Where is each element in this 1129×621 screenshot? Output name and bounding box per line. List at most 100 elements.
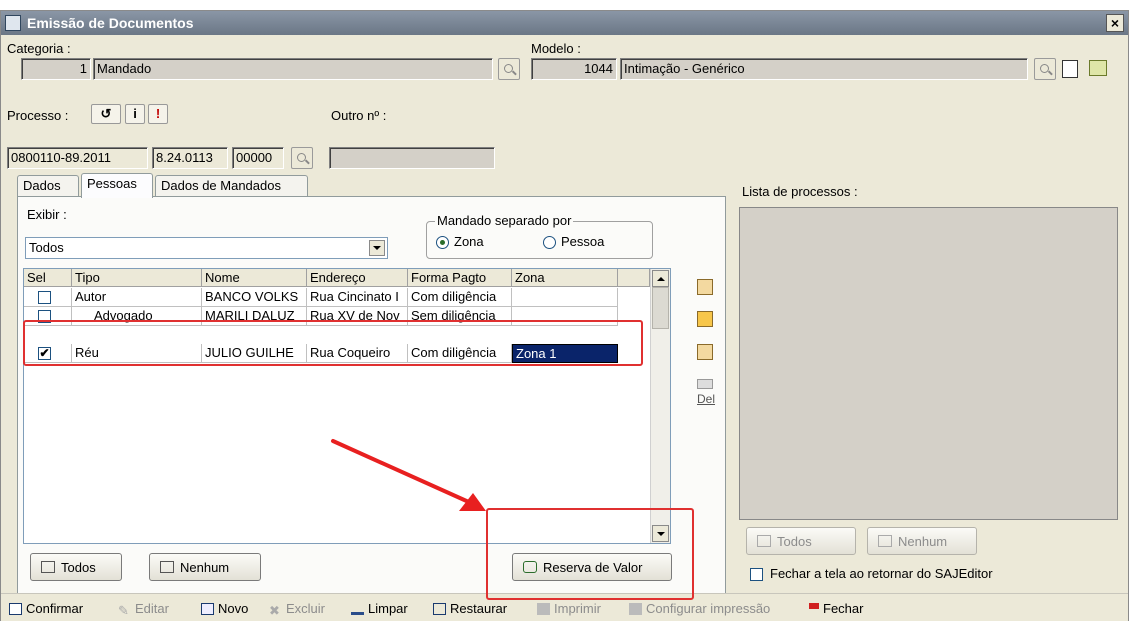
cell-sel[interactable] [24,288,72,307]
exibir-label: Exibir : [27,207,67,222]
processo-numero-field[interactable]: 0800110-89.2011 [7,147,148,169]
excluir-label: Excluir [286,601,326,616]
table-row[interactable]: ✔ Réu JULIO GUILHE Rua Coqueiro Com dili… [24,344,650,363]
lista-processos-box[interactable] [739,207,1118,520]
find-document-icon[interactable] [1089,60,1107,76]
table-row[interactable]: Advogado MARILI DALUZ Rua XV de Nov Sem … [24,307,650,326]
select-none-icon [160,561,174,573]
edit-icon: ✎ [118,602,129,618]
title-bar: Emissão de Documentos × [1,11,1128,35]
categoria-code-field[interactable]: 1 [21,58,91,80]
cell-endereco: Rua Coqueiro [307,344,408,363]
processo-foro-field[interactable]: 8.24.0113 [152,147,228,169]
cell-forma-pagto: Com diligência [408,344,512,363]
confirmar-button[interactable]: Confirmar [9,601,83,616]
configurar-impressao-label: Configurar impressão [646,601,771,616]
cell-sel[interactable] [24,307,72,326]
exibir-select[interactable]: Todos [25,237,388,259]
grid-scrollbar[interactable] [650,269,670,543]
radio-zona-label: Zona [454,234,484,249]
column-header-nome[interactable]: Nome [202,269,307,287]
edit-person-icon[interactable] [697,311,713,327]
cell-zona[interactable] [512,288,618,307]
search-icon [296,152,306,162]
info-icon[interactable]: i [125,104,145,124]
clear-icon [351,603,364,615]
cell-sel[interactable]: ✔ [24,344,72,363]
cell-nome: BANCO VOLKS [202,288,307,307]
column-header-tipo[interactable]: Tipo [72,269,202,287]
close-flag-icon [809,602,819,615]
lista-nenhum-button[interactable]: Nenhum [867,527,977,555]
categoria-name-field[interactable]: Mandado [93,58,493,80]
scroll-down-button[interactable] [652,525,669,542]
row-checkbox[interactable] [38,291,51,304]
scroll-up-button[interactable] [652,270,669,287]
reserva-de-valor-button[interactable]: Reserva de Valor [512,553,672,581]
close-button[interactable]: × [1106,14,1124,32]
history-icon[interactable]: ↺ [91,104,121,124]
imprimir-button[interactable]: Imprimir [537,601,601,616]
alert-icon[interactable]: ! [148,104,168,124]
chevron-down-icon [369,240,385,256]
column-header-endereco[interactable]: Endereço [307,269,408,287]
column-header-forma-pagto[interactable]: Forma Pagto [408,269,512,287]
preview-document-icon[interactable] [1062,60,1078,78]
processo-sequencial-field[interactable]: 00000 [232,147,284,169]
chevron-up-icon [656,276,665,281]
reserva-de-valor-label: Reserva de Valor [543,559,643,575]
confirmar-label: Confirmar [26,601,84,616]
window-title: Emissão de Documentos [27,15,194,31]
modelo-search-button[interactable] [1034,58,1056,80]
radio-pessoa[interactable] [543,236,556,249]
restore-icon [433,602,446,615]
outro-numero-field[interactable] [329,147,495,169]
editar-label: Editar [135,601,169,616]
radio-zona[interactable] [436,236,449,249]
fechar-label: Fechar [823,601,864,616]
cell-tipo: Autor [72,288,202,307]
fechar-button[interactable]: Fechar [809,601,863,616]
lista-todos-button[interactable]: Todos [746,527,856,555]
bottom-toolbar: Confirmar ✎ Editar Novo ✖ Excluir Limpar R… [1,593,1128,621]
tab-dados-de-mandados[interactable]: Dados de Mandados [155,175,308,197]
novo-button[interactable]: Novo [201,601,248,616]
nenhum-button[interactable]: Nenhum [149,553,261,581]
save-icon [9,602,22,615]
row-checkbox[interactable]: ✔ [38,347,51,360]
todos-button-label: Todos [61,559,96,575]
delete-person-label[interactable]: Del [697,392,715,406]
restaurar-label: Restaurar [450,601,508,616]
table-row[interactable]: Autor BANCO VOLKS Rua Cincinato I Com di… [24,288,650,307]
add-person-icon[interactable] [697,279,713,295]
processo-search-button[interactable] [291,147,313,169]
scroll-thumb[interactable] [652,287,669,329]
lista-nenhum-label: Nenhum [898,533,948,549]
modelo-name-field[interactable]: Intimação - Genérico [620,58,1028,80]
select-all-icon [41,561,55,573]
cell-zona-editing[interactable]: Zona 1 [512,344,618,363]
fechar-tela-checkbox[interactable] [750,568,763,581]
tab-pessoas[interactable]: Pessoas [81,173,153,198]
cell-endereco: Rua Cincinato I [307,288,408,307]
app-icon [5,15,21,31]
restaurar-button[interactable]: Restaurar [433,601,507,616]
cell-zona[interactable] [512,307,618,326]
excluir-button[interactable]: ✖ Excluir [269,601,326,618]
todos-button[interactable]: Todos [30,553,122,581]
column-header-zona[interactable]: Zona [512,269,618,287]
editar-button[interactable]: ✎ Editar [118,601,169,618]
categoria-search-button[interactable] [498,58,520,80]
limpar-button[interactable]: Limpar [351,601,408,616]
chevron-down-icon [656,531,665,536]
row-checkbox[interactable] [38,310,51,323]
tab-dados[interactable]: Dados [17,175,79,197]
new-icon [201,602,214,615]
select-all-icon [757,535,771,547]
search-icon [503,63,513,73]
column-header-sel[interactable]: Sel [24,269,72,287]
imprimir-label: Imprimir [554,601,601,616]
configurar-impressao-button[interactable]: Configurar impressão [629,601,770,616]
person-details-icon[interactable] [697,344,713,360]
modelo-code-field[interactable]: 1044 [531,58,617,80]
